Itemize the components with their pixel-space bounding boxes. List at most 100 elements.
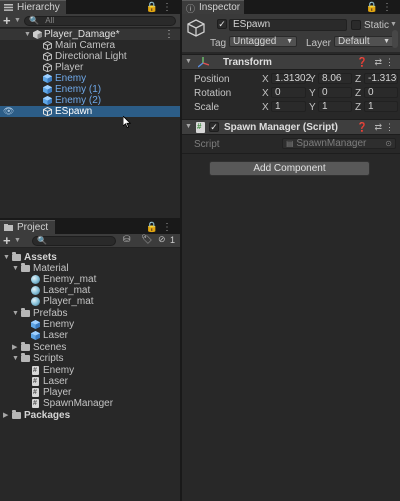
tree-label: Prefabs (33, 308, 68, 319)
add-component-button[interactable]: Add Component (209, 161, 370, 176)
chevron-down-icon: ▼ (286, 38, 293, 45)
hierarchy-item[interactable]: Directional Light (0, 51, 180, 62)
project-search-input[interactable]: 🔍 (32, 236, 116, 246)
expand-arrow-icon[interactable]: ▼ (12, 263, 19, 274)
tree-folder-scenes[interactable]: ▶ Scenes (0, 342, 180, 353)
tree-item-prefab[interactable]: Enemy (0, 319, 180, 330)
search-by-label-icon[interactable]: 🏷 (141, 234, 152, 245)
tree-item-script[interactable]: Player (0, 387, 180, 398)
tree-item-material[interactable]: Laser_mat (0, 285, 180, 296)
tree-label: Packages (24, 410, 71, 421)
expand-arrow-icon[interactable]: ▼ (185, 58, 192, 65)
expand-arrow-icon[interactable]: ▼ (3, 252, 10, 263)
kebab-menu-icon[interactable]: ⋮ (385, 57, 394, 68)
tree-item-script[interactable]: Enemy (0, 365, 180, 376)
hierarchy-item-selected[interactable]: 👁 ESpawn (0, 106, 180, 117)
tree-item-material[interactable]: Enemy_mat (0, 274, 180, 285)
expand-arrow-icon[interactable]: ▼ (12, 353, 19, 364)
visibility-eye-icon[interactable]: 👁 (3, 106, 14, 117)
hidden-packages-count: 1 (170, 235, 176, 245)
hidden-packages-icon[interactable]: ⊘ (158, 234, 166, 245)
lock-icon[interactable]: 🔒 (146, 2, 162, 13)
lock-icon[interactable]: 🔒 (366, 2, 382, 13)
collapse-arrow-icon[interactable]: ▶ (3, 410, 8, 421)
search-icon: 🔍 (37, 236, 47, 245)
tree-label: Laser_mat (43, 285, 91, 296)
tree-folder-packages[interactable]: ▶ Packages (0, 410, 180, 421)
hierarchy-item-label: ESpawn (55, 106, 93, 117)
scene-row[interactable]: ▼ Player_Damage* ⋮ (0, 29, 180, 40)
add-object-button[interactable]: + (3, 13, 11, 28)
gameobject-icon (43, 41, 52, 50)
preset-icon[interactable]: ⇄ (374, 57, 382, 68)
rotation-x-axis: X (262, 88, 269, 99)
rotation-z-field[interactable]: 0 (364, 87, 398, 98)
hierarchy-item-label: Enemy (2) (55, 95, 102, 106)
lock-icon[interactable]: 🔒 (146, 222, 162, 233)
chevron-down-icon[interactable]: ▼ (390, 21, 397, 28)
rotation-label: Rotation (194, 88, 232, 99)
search-by-type-icon[interactable]: ⛁ (123, 234, 131, 245)
kebab-menu-icon[interactable]: ⋮ (385, 122, 394, 133)
hierarchy-item[interactable]: Enemy (1) (0, 84, 180, 95)
rotation-x-field[interactable]: 0 (271, 87, 306, 98)
kebab-menu-icon[interactable]: ⋮ (162, 2, 176, 13)
scale-z-value: 1 (368, 101, 374, 112)
position-y-field[interactable]: 8.06 (318, 73, 352, 84)
expand-arrow-icon[interactable]: ▼ (24, 29, 31, 40)
scale-z-field[interactable]: 1 (364, 101, 398, 112)
create-asset-button[interactable]: + (3, 233, 11, 248)
collapse-arrow-icon[interactable]: ▶ (12, 342, 17, 353)
preset-icon[interactable]: ⇄ (374, 122, 382, 133)
tag-dropdown[interactable]: Untagged ▼ (229, 36, 297, 47)
inspector-tab-menu[interactable]: 🔒⋮ (366, 2, 396, 13)
tree-item-script[interactable]: Laser (0, 376, 180, 387)
kebab-menu-icon[interactable]: ⋮ (382, 2, 396, 13)
hierarchy-tab-menu[interactable]: 🔒⋮ (146, 2, 176, 13)
static-checkbox[interactable] (351, 20, 361, 30)
active-checkbox[interactable]: ✓ (217, 19, 227, 29)
kebab-menu-icon[interactable]: ⋮ (162, 222, 176, 233)
tab-project[interactable]: Project (0, 220, 55, 234)
position-x-field[interactable]: 1.31302 (271, 73, 311, 84)
expand-arrow-icon[interactable]: ▼ (185, 123, 192, 130)
hierarchy-item[interactable]: Enemy (2) (0, 95, 180, 106)
chevron-down-icon[interactable]: ▼ (14, 237, 21, 244)
tree-item-material[interactable]: Player_mat (0, 296, 180, 307)
tree-label: Enemy (43, 365, 75, 376)
scale-y-field[interactable]: 1 (318, 101, 352, 112)
layer-dropdown[interactable]: Default ▼ (334, 36, 394, 47)
help-icon[interactable]: ❓ (357, 57, 368, 68)
inspector-scrollbar[interactable] (392, 30, 398, 48)
csharp-script-icon (32, 387, 39, 398)
tree-folder-assets[interactable]: ▼ Assets (0, 252, 180, 263)
tag-value: Untagged (233, 36, 277, 47)
scale-label: Scale (194, 102, 220, 113)
component-enabled-checkbox[interactable]: ✓ (209, 122, 219, 132)
transform-header[interactable]: ▼ Transform ❓ ⇄ ⋮ (182, 54, 400, 70)
tab-hierarchy[interactable]: Hierarchy (0, 0, 66, 14)
object-name-field[interactable]: ESpawn (229, 19, 347, 31)
scale-x-field[interactable]: 1 (271, 101, 306, 112)
chevron-down-icon[interactable]: ▼ (14, 17, 21, 24)
tab-inspector[interactable]: ⓘ Inspector (182, 0, 244, 14)
position-z-field[interactable]: -1.3130 (364, 73, 398, 84)
tree-folder-material[interactable]: ▼ Material (0, 263, 180, 274)
hierarchy-search-input[interactable]: 🔍 All (24, 16, 176, 26)
tag-label: Tag (210, 38, 227, 49)
tree-item-prefab[interactable]: Laser (0, 330, 180, 341)
tree-item-script[interactable]: SpawnManager (0, 398, 180, 409)
project-tab-menu[interactable]: 🔒⋮ (146, 222, 176, 233)
tree-folder-prefabs[interactable]: ▼ Prefabs (0, 308, 180, 319)
hierarchy-item[interactable]: Enemy (0, 73, 180, 84)
spawn-manager-header[interactable]: ▼ # ✓ Spawn Manager (Script) ❓ ⇄ ⋮ (182, 119, 400, 135)
kebab-menu-icon[interactable]: ⋮ (164, 29, 174, 40)
spawn-manager-title: Spawn Manager (Script) (224, 122, 338, 133)
rotation-y-field[interactable]: 0 (318, 87, 352, 98)
tree-folder-scripts[interactable]: ▼ Scripts (0, 353, 180, 364)
expand-arrow-icon[interactable]: ▼ (12, 308, 19, 319)
prefab-icon (43, 96, 52, 105)
hierarchy-item[interactable]: Main Camera (0, 40, 180, 51)
help-icon[interactable]: ❓ (357, 122, 368, 133)
hierarchy-item[interactable]: Player (0, 62, 180, 73)
